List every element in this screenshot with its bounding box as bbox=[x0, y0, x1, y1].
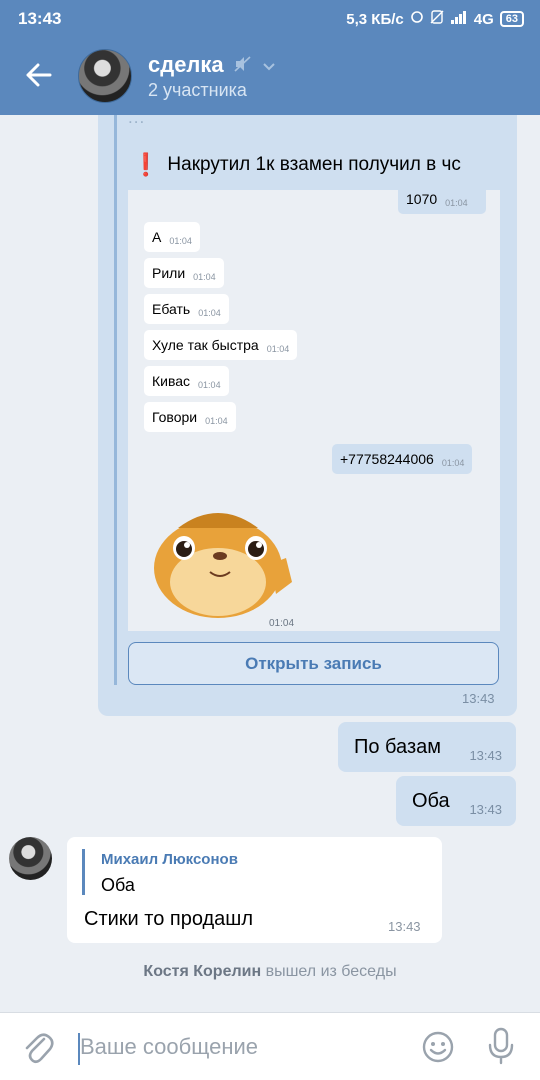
post-warning-text: Накрутил 1к взамен получил в чс bbox=[167, 154, 461, 175]
chevron-down-icon[interactable] bbox=[262, 52, 276, 78]
system-message-name[interactable]: Костя Корелин bbox=[143, 963, 261, 980]
incoming-message[interactable]: Михаил Люксонов Оба Стики то продашл 13:… bbox=[67, 837, 442, 943]
reply-author[interactable]: Михаил Люксонов bbox=[101, 851, 238, 868]
alarm-icon bbox=[410, 10, 424, 28]
screenshot-message: 1070 01:04 bbox=[398, 190, 486, 214]
screenshot-message-time: 01:04 bbox=[445, 198, 468, 208]
members-count[interactable]: 2 участника bbox=[148, 80, 247, 101]
forward-indicator-line bbox=[114, 115, 117, 685]
screenshot-message: +77758244006 01:04 bbox=[332, 444, 473, 474]
screenshot-message-time: 01:04 bbox=[205, 416, 228, 426]
screenshot-message: Хуле так быстра 01:04 bbox=[144, 330, 298, 360]
screenshot-message-text: 1070 bbox=[406, 191, 438, 207]
sender-avatar[interactable] bbox=[9, 837, 52, 880]
screenshot-message: Ебать 01:04 bbox=[144, 294, 229, 324]
screenshot-message: Рили 01:04 bbox=[144, 258, 224, 288]
screenshot-message: Кивас 01:04 bbox=[144, 366, 229, 396]
screenshot-message-time: 01:04 bbox=[266, 344, 290, 354]
reply-indicator bbox=[82, 849, 85, 895]
network-type: 4G bbox=[473, 10, 494, 28]
message-input[interactable] bbox=[80, 1027, 400, 1067]
microphone-icon[interactable] bbox=[486, 1027, 516, 1070]
outgoing-message[interactable]: По базам 13:43 bbox=[338, 722, 516, 772]
message-input-bar bbox=[0, 1012, 540, 1080]
screenshot-message-text: Хуле так быстра bbox=[152, 337, 259, 353]
message-time: 13:43 bbox=[469, 802, 502, 817]
chat-title[interactable]: сделка bbox=[148, 52, 276, 78]
system-message-action: вышел из беседы bbox=[265, 963, 397, 980]
screenshot-message-text: Кивас bbox=[152, 373, 191, 389]
message-time: 13:43 bbox=[469, 748, 502, 763]
signal-icon bbox=[450, 10, 468, 28]
post-time: 13:43 bbox=[462, 691, 495, 706]
chat-avatar[interactable] bbox=[78, 49, 132, 103]
battery-icon: 63 bbox=[499, 11, 524, 27]
chat-title-text: сделка bbox=[148, 52, 224, 77]
muted-icon bbox=[234, 52, 252, 78]
hamster-sticker-icon bbox=[154, 513, 292, 618]
post-screenshot-image[interactable]: 1070 01:04 А 01:04 Рили 01:04 Ебать 01:0… bbox=[128, 190, 500, 631]
screenshot-message: Говори 01:04 bbox=[144, 402, 236, 432]
sticker-time: 01:04 bbox=[269, 618, 295, 629]
no-sim-icon bbox=[430, 10, 444, 28]
attach-icon[interactable] bbox=[22, 1029, 54, 1070]
emoji-icon[interactable] bbox=[421, 1030, 455, 1069]
screenshot-message-time: 01:04 bbox=[198, 380, 221, 390]
screenshot-message-text: Ебать bbox=[152, 301, 191, 317]
screenshot-message-time: 01:04 bbox=[169, 236, 192, 246]
reply-quoted-text: Оба bbox=[101, 875, 135, 895]
message-text: Стики то продашл bbox=[84, 908, 254, 930]
screenshot-message-time: 01:04 bbox=[198, 308, 221, 318]
post-warning-line: ❗ Накрутил 1к взамен получил в чс bbox=[132, 152, 461, 178]
arrow-left-icon bbox=[26, 63, 52, 87]
screenshot-message-time: 01:04 bbox=[441, 458, 465, 468]
screenshot-message: А 01:04 bbox=[144, 222, 200, 252]
screenshot-message-text: А bbox=[152, 229, 162, 245]
exclamation-icon: ❗ bbox=[132, 152, 160, 177]
screenshot-message-text: Говори bbox=[152, 409, 198, 425]
status-indicators: 5,3 КБ/с 4G 63 bbox=[346, 10, 524, 28]
outgoing-message[interactable]: Оба 13:43 bbox=[396, 776, 516, 826]
message-time: 13:43 bbox=[388, 919, 421, 934]
open-post-button[interactable]: Открыть запись bbox=[128, 642, 499, 685]
status-bar: 13:43 5,3 КБ/с 4G 63 bbox=[0, 0, 540, 38]
system-message: Костя Корелин вышел из беседы bbox=[0, 963, 540, 981]
chat-header: 13:43 5,3 КБ/с 4G 63 сделка 2 участника bbox=[0, 0, 540, 115]
screenshot-message-text: Рили bbox=[152, 265, 186, 281]
network-speed: 5,3 КБ/с bbox=[346, 10, 404, 28]
screenshot-message-text: +77758244006 bbox=[340, 451, 434, 467]
message-text: По базам bbox=[354, 735, 441, 758]
post-truncated-text: ... bbox=[128, 108, 146, 127]
status-time: 13:43 bbox=[18, 9, 62, 28]
screenshot-message-time: 01:04 bbox=[193, 272, 216, 282]
message-text: Оба bbox=[412, 789, 450, 812]
back-button[interactable] bbox=[20, 56, 58, 94]
